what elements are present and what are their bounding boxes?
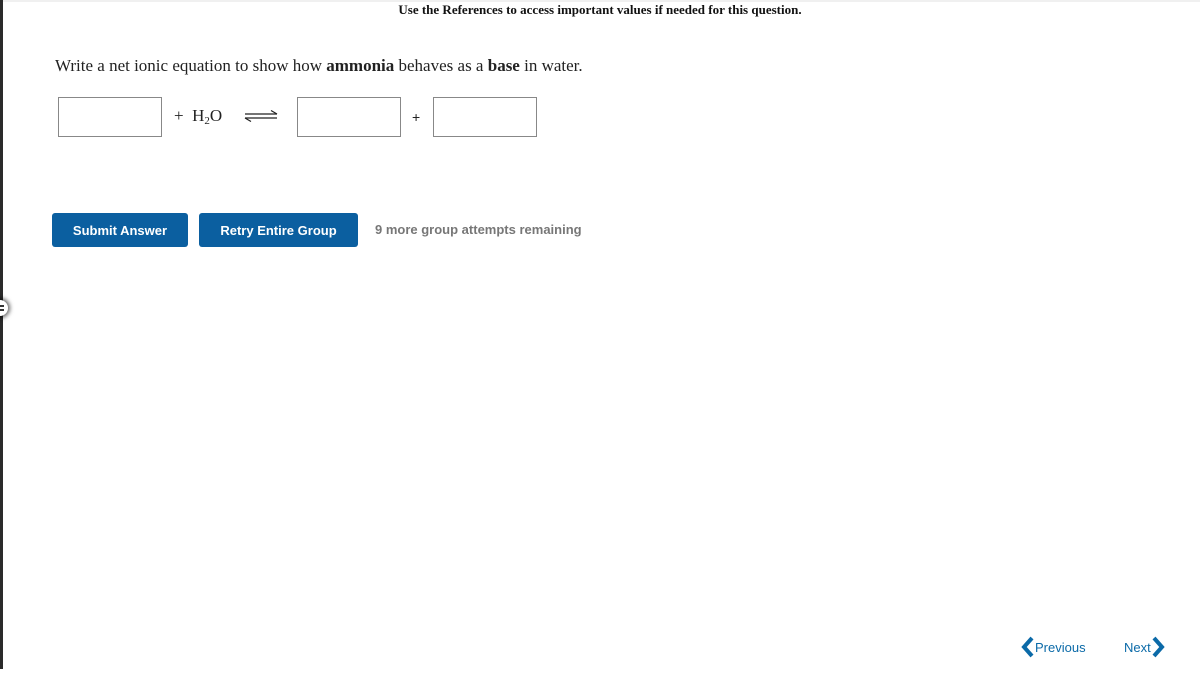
question-suffix: in water. bbox=[519, 56, 583, 75]
water-term: + H2O bbox=[174, 106, 222, 127]
next-label: Next bbox=[1124, 639, 1151, 655]
previous-label: Previous bbox=[1035, 639, 1086, 655]
equilibrium-arrows-icon bbox=[244, 110, 278, 122]
question-prefix: Write a net ionic equation to show how bbox=[55, 56, 327, 75]
submit-answer-button[interactable]: Submit Answer bbox=[52, 213, 188, 247]
retry-entire-group-button[interactable]: Retry Entire Group bbox=[199, 213, 358, 247]
attempts-remaining-text: 9 more group attempts remaining bbox=[375, 222, 582, 237]
question-bold-ammonia: ammonia bbox=[326, 56, 395, 75]
references-notice: Use the References to access important v… bbox=[398, 2, 802, 17]
plus-sign: + bbox=[412, 109, 421, 125]
chevron-right-icon bbox=[1152, 636, 1165, 658]
panel-resize-handle-icon[interactable] bbox=[0, 300, 8, 316]
question-middle: behaves as a bbox=[394, 56, 488, 75]
plus-sign: + bbox=[174, 106, 184, 125]
chevron-left-icon bbox=[1021, 636, 1034, 658]
next-button[interactable]: Next bbox=[1124, 636, 1165, 658]
question-prompt: Write a net ionic equation to show how a… bbox=[55, 56, 583, 76]
product2-input[interactable] bbox=[433, 97, 537, 137]
previous-button[interactable]: Previous bbox=[1021, 636, 1086, 658]
question-bold-base: base bbox=[487, 56, 520, 75]
product1-input[interactable] bbox=[297, 97, 401, 137]
water-o: O bbox=[209, 106, 223, 125]
water-h: H bbox=[192, 106, 205, 125]
left-panel-edge bbox=[0, 0, 3, 669]
reactant-input[interactable] bbox=[58, 97, 162, 137]
